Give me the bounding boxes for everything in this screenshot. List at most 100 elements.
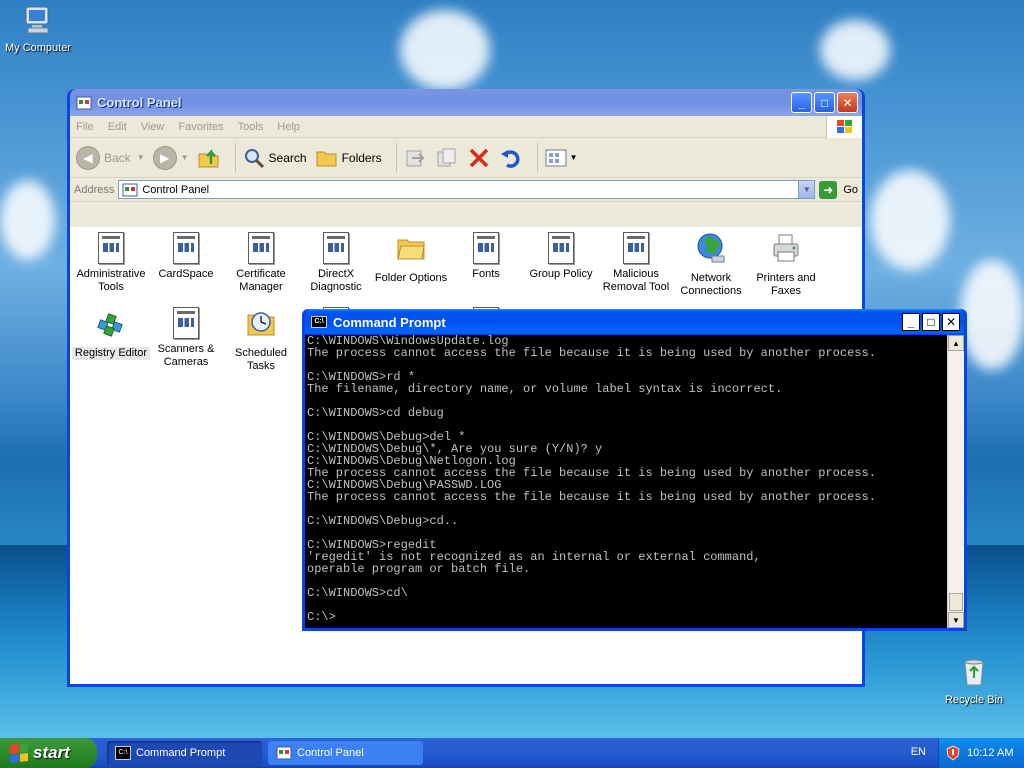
desktop-icon-my-computer[interactable]: My Computer bbox=[0, 4, 78, 54]
taskbar-button-control-panel[interactable]: Control Panel bbox=[268, 741, 423, 765]
menu-file[interactable]: File bbox=[76, 121, 94, 133]
cp-item-network-connections[interactable]: Network Connections bbox=[672, 232, 750, 298]
go-button[interactable]: ➜ Go bbox=[819, 180, 858, 199]
console-line: operable program or batch file. bbox=[307, 562, 531, 576]
cp-item-label: Folder Options bbox=[374, 272, 448, 284]
language-indicator[interactable]: EN bbox=[911, 746, 926, 758]
background-cloud bbox=[960, 260, 1024, 370]
undo-icon bbox=[500, 149, 520, 168]
copy-to-button[interactable] bbox=[435, 146, 459, 170]
minimize-button[interactable]: _ bbox=[902, 313, 920, 331]
menu-tools[interactable]: Tools bbox=[238, 121, 264, 133]
address-input[interactable]: Control Panel ▼ bbox=[118, 180, 816, 199]
menu-favorites[interactable]: Favorites bbox=[178, 121, 223, 133]
console-line: C:\> bbox=[307, 610, 336, 624]
folders-icon bbox=[316, 151, 337, 166]
scroll-thumb[interactable] bbox=[949, 593, 963, 611]
back-button[interactable]: ◀ Back ▼ bbox=[76, 145, 145, 170]
search-label: Search bbox=[268, 150, 307, 165]
scroll-down-icon[interactable]: ▼ bbox=[948, 612, 964, 628]
console-output: C:\WINDOWS\WindowsUpdate.log The process … bbox=[307, 335, 946, 628]
cp-item-label: DirectX Diagnostic bbox=[310, 268, 362, 293]
vertical-scrollbar[interactable]: ▲ ▼ bbox=[947, 335, 964, 628]
background-cloud bbox=[870, 170, 950, 270]
taskbar: start C:\ Command Prompt Control Panel E… bbox=[0, 738, 1024, 768]
address-label: Address bbox=[74, 183, 115, 196]
undo-button[interactable] bbox=[499, 146, 523, 170]
folder-options-icon bbox=[397, 239, 425, 260]
back-label: Back bbox=[104, 150, 131, 165]
window-title: Control Panel bbox=[97, 95, 182, 110]
start-label: start bbox=[33, 743, 70, 762]
forward-arrow-icon: ▶ bbox=[152, 145, 177, 170]
go-arrow-icon: ➜ bbox=[819, 180, 838, 199]
desktop-icon-label: Recycle Bin bbox=[944, 694, 1004, 706]
folders-label: Folders bbox=[341, 150, 382, 165]
window-title: Command Prompt bbox=[333, 314, 446, 330]
control-panel-titlebar[interactable]: Control Panel _ □ ✕ bbox=[70, 89, 862, 116]
move-to-button[interactable] bbox=[403, 146, 427, 170]
copy-to-icon bbox=[437, 148, 456, 166]
minimize-button[interactable]: _ bbox=[791, 92, 812, 113]
cp-item-label: Administrative Tools bbox=[76, 268, 146, 293]
menu-bar: File Edit View Favorites Tools Help bbox=[70, 116, 862, 138]
clock[interactable]: 10:12 AM bbox=[967, 747, 1013, 759]
background-cloud bbox=[400, 10, 490, 90]
menu-view[interactable]: View bbox=[141, 121, 165, 133]
cp-item-label: Fonts bbox=[472, 268, 500, 280]
cp-item-administrative-tools[interactable]: Administrative Tools bbox=[72, 232, 150, 294]
move-to-icon bbox=[406, 150, 424, 166]
console-line: The process cannot access the file becau… bbox=[307, 346, 876, 360]
back-arrow-icon: ◀ bbox=[76, 145, 100, 170]
cp-item-group-policy[interactable]: Group Policy bbox=[522, 232, 600, 281]
close-button[interactable]: ✕ bbox=[837, 92, 858, 113]
network-connections-icon bbox=[697, 233, 725, 263]
cp-item-scheduled-tasks[interactable]: Scheduled Tasks bbox=[222, 307, 300, 373]
search-button[interactable]: Search bbox=[242, 146, 307, 170]
my-computer-icon bbox=[25, 6, 49, 34]
forward-button[interactable]: ▶ ▼ bbox=[152, 145, 189, 170]
close-button[interactable]: ✕ bbox=[942, 313, 960, 331]
back-dropdown-icon: ▼ bbox=[136, 153, 145, 162]
background-cloud bbox=[0, 180, 55, 260]
up-folder-icon bbox=[198, 148, 219, 167]
desktop-icon-recycle-bin[interactable]: Recycle Bin bbox=[934, 656, 1014, 706]
menu-help[interactable]: Help bbox=[277, 121, 300, 133]
views-button[interactable]: ▼ bbox=[544, 146, 578, 170]
maximize-button[interactable]: □ bbox=[922, 313, 940, 331]
console-line: C:\WINDOWS>cd debug bbox=[307, 406, 444, 420]
folders-button[interactable]: Folders bbox=[315, 146, 382, 170]
address-dropdown-icon[interactable]: ▼ bbox=[798, 181, 815, 198]
toolbar: ◀ Back ▼ ▶ ▼ Search Folders ▼ bbox=[70, 138, 862, 178]
cp-item-certificate-manager[interactable]: Certificate Manager bbox=[222, 232, 300, 294]
maximize-button[interactable]: □ bbox=[814, 92, 835, 113]
console-area[interactable]: C:\WINDOWS\WindowsUpdate.log The process … bbox=[305, 335, 964, 628]
delete-button[interactable] bbox=[467, 146, 491, 170]
toolbar-separator bbox=[536, 142, 538, 173]
up-folder-button[interactable] bbox=[197, 146, 221, 170]
toolbar-separator bbox=[234, 142, 236, 173]
menu-edit[interactable]: Edit bbox=[108, 121, 127, 133]
control-panel-icon bbox=[276, 746, 292, 760]
system-tray: 10:12 AM bbox=[938, 738, 1024, 768]
cp-item-malicious-removal-tool[interactable]: Malicious Removal Tool bbox=[597, 232, 675, 294]
cp-item-registry-editor[interactable]: Registry Editor bbox=[72, 307, 150, 360]
group-policy-icon bbox=[548, 232, 574, 264]
cp-item-scanners-cameras[interactable]: Scanners & Cameras bbox=[147, 307, 225, 369]
start-button[interactable]: start bbox=[0, 738, 97, 768]
cp-item-directx-diagnostic[interactable]: DirectX Diagnostic bbox=[297, 232, 375, 294]
search-icon bbox=[244, 148, 264, 168]
taskbar-button-command-prompt[interactable]: C:\ Command Prompt bbox=[107, 741, 262, 765]
command-prompt-titlebar[interactable]: C:\ Command Prompt _ □ ✕ bbox=[305, 309, 964, 335]
directx-diagnostic-icon bbox=[323, 232, 349, 264]
scroll-up-icon[interactable]: ▲ bbox=[948, 335, 964, 351]
cp-item-cardspace[interactable]: CardSpace bbox=[147, 232, 225, 281]
cp-item-folder-options[interactable]: Folder Options bbox=[372, 232, 450, 285]
delete-icon bbox=[469, 148, 488, 167]
security-alert-icon[interactable] bbox=[945, 745, 961, 761]
control-panel-icon bbox=[122, 183, 138, 196]
cp-item-printers-and-faxes[interactable]: Printers and Faxes bbox=[747, 232, 825, 298]
cp-item-label: Scanners & Cameras bbox=[157, 343, 215, 368]
windows-logo-icon bbox=[826, 116, 862, 138]
cp-item-fonts[interactable]: Fonts bbox=[447, 232, 525, 281]
